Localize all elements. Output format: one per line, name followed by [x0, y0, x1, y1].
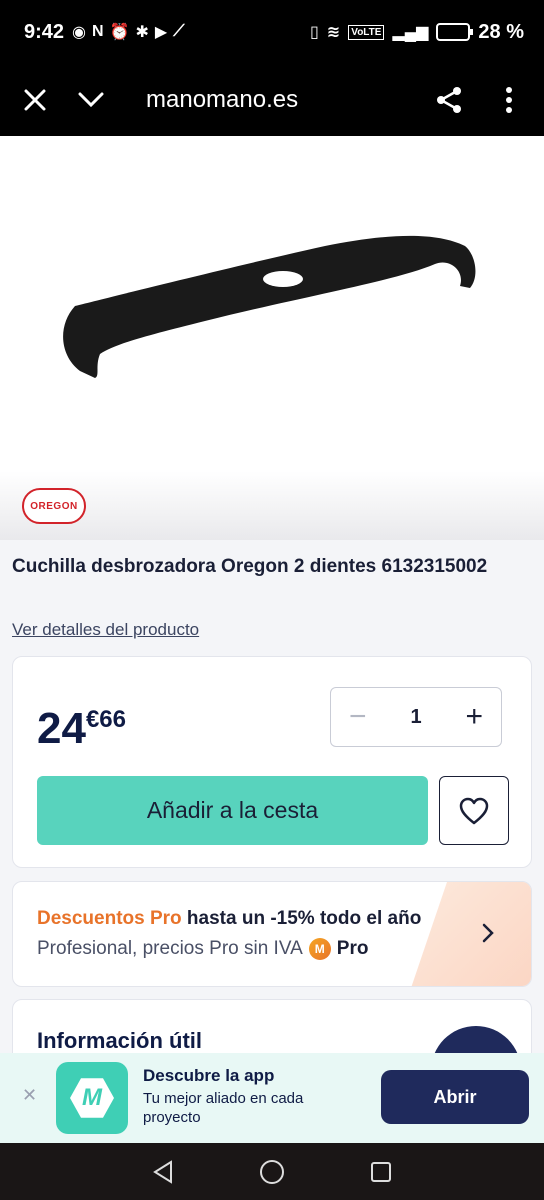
price-decimal: €66: [85, 706, 126, 733]
share-icon[interactable]: [434, 85, 464, 115]
browser-toolbar: manomano.es: [0, 64, 544, 136]
add-to-cart-button[interactable]: Añadir a la cesta: [37, 776, 428, 845]
system-nav-bar: [0, 1143, 544, 1200]
brand-name: OREGON: [30, 500, 78, 512]
volte-icon: VoLTE: [348, 24, 385, 40]
minus-icon[interactable]: −: [349, 700, 367, 734]
link-icon: ⟋: [173, 23, 185, 40]
signal-icon: ▂▄▆: [392, 24, 429, 41]
back-icon[interactable]: [152, 1159, 174, 1184]
close-icon[interactable]: ✕: [22, 1085, 37, 1106]
purchase-card: 24 €66 − 1 + Añadir a la cesta: [12, 656, 532, 868]
favorite-button[interactable]: [439, 776, 509, 845]
pro-decoration: [411, 882, 531, 986]
app-banner-title: Descubre la app: [143, 1066, 275, 1085]
chevron-down-icon[interactable]: [76, 85, 106, 115]
pro-description: Profesional, precios Pro sin IVA: [37, 938, 303, 959]
vibrate-icon: ▯: [310, 24, 319, 41]
pro-subline: Profesional, precios Pro sin IVA M Pro: [37, 938, 368, 960]
quantity-stepper: − 1 +: [330, 687, 502, 747]
more-vert-icon[interactable]: [494, 85, 524, 115]
pro-highlight: Descuentos Pro: [37, 908, 182, 929]
pro-headline: Descuentos Pro hasta un -15% todo el año: [37, 908, 421, 930]
chevron-right-icon[interactable]: [481, 922, 495, 949]
recents-icon[interactable]: [370, 1161, 392, 1183]
youtube-icon: ▶: [154, 24, 168, 41]
close-icon[interactable]: [20, 85, 50, 115]
status-time: 9:42: [24, 20, 65, 43]
pro-discounts-card[interactable]: Descuentos Pro hasta un -15% todo el año…: [12, 881, 532, 987]
alarm-icon: ⏰: [109, 24, 130, 41]
info-title: Información útil: [37, 1028, 202, 1053]
product-details-link[interactable]: Ver detalles del producto: [12, 620, 199, 640]
quantity-value[interactable]: 1: [410, 706, 421, 729]
wifi-icon: ≋: [326, 24, 341, 41]
app-banner: ✕ M Descubre la app Tu mejor aliado en c…: [0, 1053, 544, 1143]
price-integer: 24: [37, 704, 86, 753]
manomano-pro-icon: M: [308, 938, 331, 960]
heart-icon: [459, 797, 489, 824]
price: 24 €66: [37, 705, 126, 753]
url-text[interactable]: manomano.es: [146, 86, 434, 114]
eye-icon: ◉: [72, 24, 86, 41]
product-image: [55, 226, 485, 391]
plus-icon[interactable]: +: [465, 700, 483, 734]
pro-label: Pro: [336, 938, 369, 959]
home-icon[interactable]: [259, 1159, 285, 1185]
pro-offer: hasta un -15% todo el año: [181, 908, 422, 929]
app-icon-letter: M: [70, 1078, 114, 1118]
open-app-button[interactable]: Abrir: [381, 1070, 529, 1124]
battery-level: 28 %: [478, 20, 524, 43]
app-banner-subtitle: Tu mejor aliado en cada proyecto: [143, 1090, 304, 1126]
brand-logo[interactable]: OREGON: [22, 488, 86, 524]
battery-icon: [436, 23, 474, 41]
product-image-area[interactable]: OREGON: [0, 136, 544, 540]
manomano-app-icon: M: [56, 1062, 128, 1134]
status-bar: 9:42 ◉ N ⏰ ✱ ▶ ⟋ ▯ ≋ VoLTE ▂▄▆ 28 %: [0, 0, 544, 64]
notification-icons: ◉ N ⏰ ✱ ▶ ⟋: [72, 22, 184, 42]
product-title: Cuchilla desbrozadora Oregon 2 dientes 6…: [12, 556, 488, 577]
nfc-icon: N: [92, 23, 104, 40]
bluetooth-icon: ✱: [135, 24, 149, 41]
